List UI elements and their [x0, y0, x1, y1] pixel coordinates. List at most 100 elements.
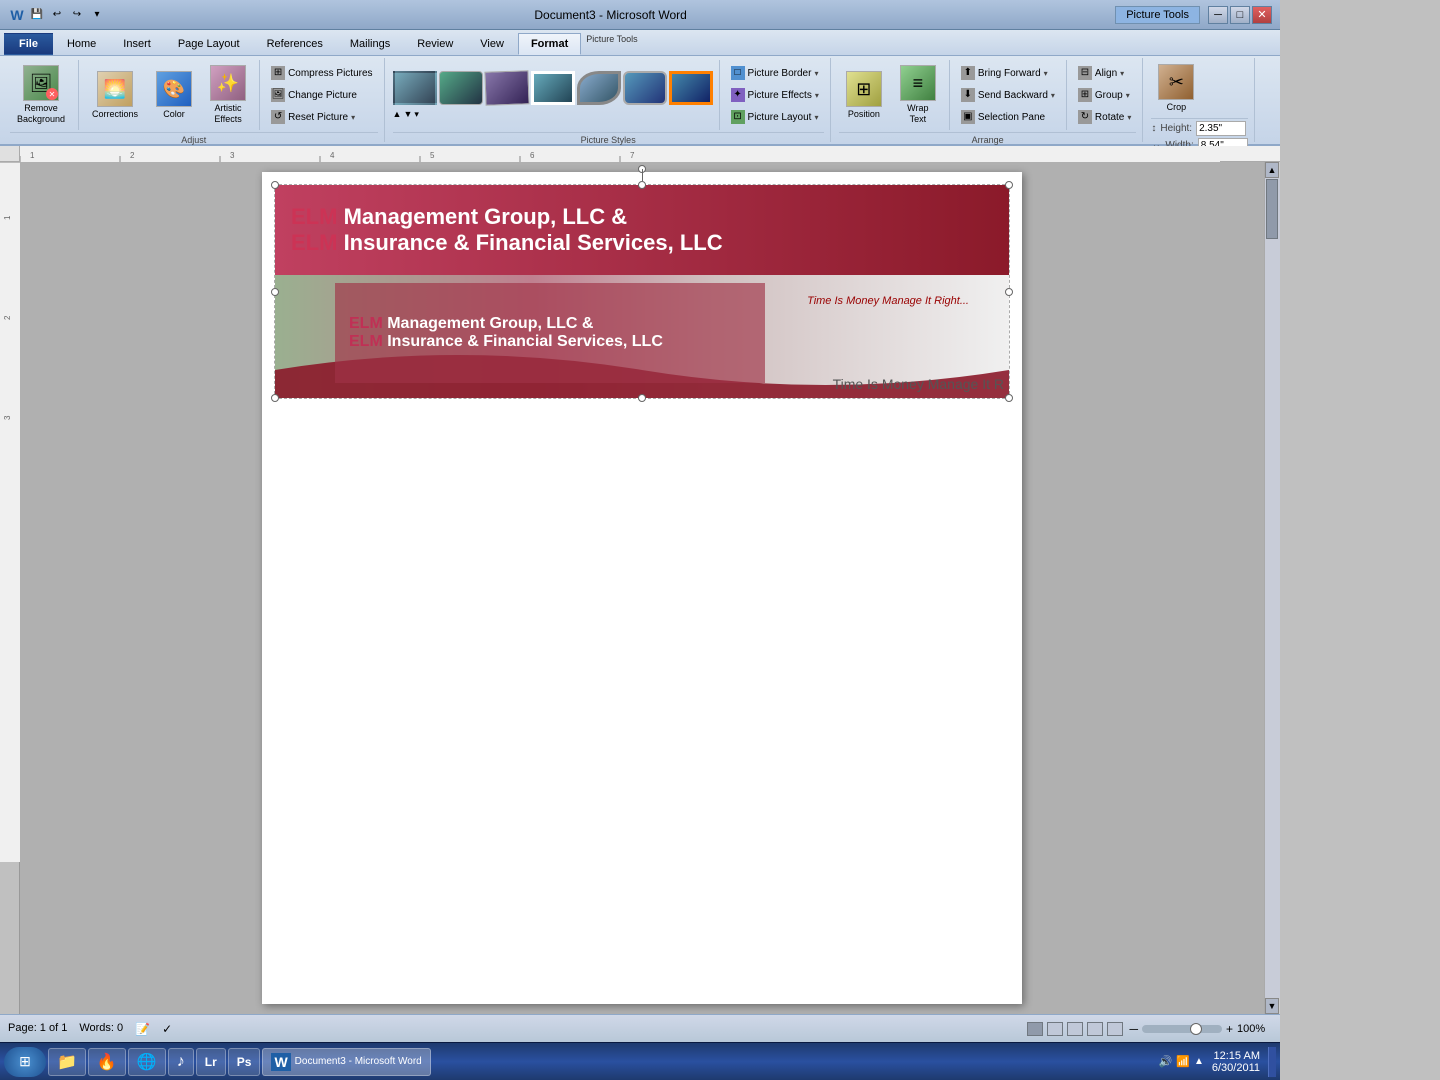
zoom-in[interactable]: + — [1226, 1022, 1233, 1036]
style-thumb-1[interactable] — [393, 71, 437, 105]
send-backward-button[interactable]: ⬇ Send Backward ▾ — [956, 85, 1060, 105]
taskbar-explorer[interactable]: 📁 — [48, 1048, 86, 1076]
remove-background-button[interactable]: 🖼 ✕ RemoveBackground — [10, 61, 72, 129]
view-print[interactable] — [1027, 1022, 1043, 1036]
close-btn[interactable]: ✕ — [1252, 6, 1272, 24]
height-input[interactable] — [1196, 121, 1246, 136]
save-btn[interactable]: 💾 — [28, 6, 46, 24]
ribbon: 🖼 ✕ RemoveBackground 🌅 Corrections 🎨 Col… — [0, 56, 1280, 146]
crop-button[interactable]: ✂ Crop — [1151, 60, 1201, 116]
tab-review[interactable]: Review — [404, 33, 466, 55]
picture-tools-context-label: Picture Tools — [582, 32, 641, 46]
tab-home[interactable]: Home — [54, 33, 109, 55]
tab-insert[interactable]: Insert — [110, 33, 164, 55]
styles-scroll-down[interactable]: ▼ — [403, 109, 412, 120]
tab-view[interactable]: View — [467, 33, 517, 55]
style-thumb-2[interactable] — [439, 71, 483, 105]
document-page: ELM Management Group, LLC & ELM Insuranc… — [262, 172, 1022, 1004]
color-label: Color — [163, 109, 185, 119]
view-web[interactable] — [1067, 1022, 1083, 1036]
taskbar-photoshop[interactable]: Ps — [228, 1048, 261, 1076]
scroll-thumb[interactable] — [1266, 179, 1278, 239]
style-scroll-arrows: ▲ ▼ ▾ — [393, 109, 713, 120]
style-thumb-5[interactable] — [577, 71, 621, 105]
position-button[interactable]: ⊞ Position — [839, 67, 889, 123]
scroll-track — [1265, 178, 1280, 998]
restore-btn[interactable]: □ — [1230, 6, 1250, 24]
page-info: Page: 1 of 1 — [8, 1022, 67, 1036]
clock[interactable]: 12:15 AM 6/30/2011 — [1212, 1050, 1260, 1074]
undo-btn[interactable]: ↩ — [48, 6, 66, 24]
picture-effects-icon: ✦ — [731, 88, 745, 102]
bring-forward-button[interactable]: ⬆ Bring Forward ▾ — [956, 63, 1060, 83]
style-thumb-4[interactable] — [531, 71, 575, 105]
style-thumb-6[interactable] — [623, 71, 667, 105]
artistic-effects-button[interactable]: ✨ ArtisticEffects — [203, 61, 253, 129]
minimize-btn[interactable]: ─ — [1208, 6, 1228, 24]
divider-5 — [1066, 60, 1067, 130]
group-button[interactable]: ⊞ Group ▾ — [1073, 85, 1136, 105]
tagline-text: Time Is Money Manage It Right... — [807, 295, 969, 307]
color-button[interactable]: 🎨 Color — [149, 67, 199, 123]
align-button[interactable]: ⊟ Align ▾ — [1073, 63, 1136, 83]
adjust-group-label: Adjust — [10, 132, 378, 145]
change-pic-icon: 🖼 — [271, 88, 285, 102]
rotation-handle[interactable] — [638, 165, 646, 173]
zoom-thumb[interactable] — [1190, 1023, 1202, 1035]
picture-layout-button[interactable]: ⊡ Picture Layout ▾ — [726, 107, 824, 127]
arrow-up-icon[interactable]: ▲ — [1194, 1056, 1204, 1067]
speaker-icon[interactable]: 🔊 — [1159, 1055, 1173, 1068]
compress-pictures-button[interactable]: ⊞ Compress Pictures — [266, 63, 377, 83]
picture-effects-button[interactable]: ✦ Picture Effects ▾ — [726, 85, 824, 105]
word-taskbar-label: Document3 - Microsoft Word — [295, 1056, 422, 1067]
taskbar-lightroom[interactable]: Lr — [196, 1048, 226, 1076]
language-icon: 📝 — [135, 1022, 150, 1036]
itunes-icon: ♪ — [177, 1053, 185, 1071]
taskbar-word[interactable]: W Document3 - Microsoft Word — [262, 1048, 430, 1076]
picture-styles-strip: ▲ ▼ ▾ — [393, 71, 713, 120]
tab-format[interactable]: Format — [518, 33, 581, 55]
taskbar-chrome[interactable]: 🌐 — [128, 1048, 166, 1076]
vertical-scrollbar[interactable]: ▲ ▼ — [1264, 162, 1280, 1014]
taskbar-itunes[interactable]: ♪ — [168, 1048, 194, 1076]
style-thumb-3[interactable] — [484, 70, 529, 106]
wrap-text-button[interactable]: ≡ WrapText — [893, 61, 943, 129]
compress-icon: ⊞ — [271, 66, 285, 80]
svg-text:7: 7 — [630, 151, 635, 160]
svg-text:2: 2 — [3, 315, 12, 320]
page-body — [274, 399, 1010, 849]
zoom-slider[interactable] — [1142, 1025, 1222, 1033]
style-thumb-selected[interactable] — [669, 71, 713, 105]
reset-dropdown-arrow: ▾ — [351, 113, 355, 122]
styles-scroll-up[interactable]: ▲ — [393, 109, 402, 120]
tab-file[interactable]: File — [4, 33, 53, 55]
document-scroll-area[interactable]: ELM Management Group, LLC & ELM Insuranc… — [20, 162, 1264, 1014]
tab-mailings[interactable]: Mailings — [337, 33, 403, 55]
arrange-group-content: ⊞ Position ≡ WrapText ⬆ Bring Forward ▾ … — [839, 60, 1137, 130]
show-desktop-btn[interactable] — [1268, 1047, 1276, 1077]
change-picture-button[interactable]: 🖼 Change Picture — [266, 85, 377, 105]
styles-more[interactable]: ▾ — [414, 109, 419, 120]
rotate-button[interactable]: ↻ Rotate ▾ — [1073, 107, 1136, 127]
scroll-down[interactable]: ▼ — [1265, 998, 1279, 1014]
tab-page-layout[interactable]: Page Layout — [165, 33, 253, 55]
taskbar-firefox[interactable]: 🔥 — [88, 1048, 126, 1076]
arrange-small-btns: ⬆ Bring Forward ▾ ⬇ Send Backward ▾ ▣ Se… — [956, 63, 1060, 127]
customize-btn[interactable]: ▾ — [88, 6, 106, 24]
start-button[interactable]: ⊞ — [4, 1047, 46, 1077]
tab-references[interactable]: References — [254, 33, 336, 55]
scroll-up[interactable]: ▲ — [1265, 162, 1279, 178]
zoom-out[interactable]: ─ — [1129, 1022, 1138, 1036]
rotate-icon: ↻ — [1078, 110, 1092, 124]
redo-btn[interactable]: ↪ — [68, 6, 86, 24]
view-fullscreen[interactable] — [1047, 1022, 1063, 1036]
view-draft[interactable] — [1107, 1022, 1123, 1036]
reset-picture-button[interactable]: ↺ Reset Picture ▾ — [266, 107, 377, 127]
ribbon-group-picture-styles: ▲ ▼ ▾ □ Picture Border ▾ ✦ Picture Effec… — [387, 58, 831, 142]
selected-image-container[interactable]: ELM Management Group, LLC & ELM Insuranc… — [274, 184, 1010, 399]
view-outline[interactable] — [1087, 1022, 1103, 1036]
corrections-button[interactable]: 🌅 Corrections — [85, 67, 145, 123]
picture-border-button[interactable]: □ Picture Border ▾ — [726, 63, 824, 83]
selection-pane-button[interactable]: ▣ Selection Pane — [956, 107, 1060, 127]
network-icon[interactable]: 📶 — [1176, 1055, 1190, 1068]
